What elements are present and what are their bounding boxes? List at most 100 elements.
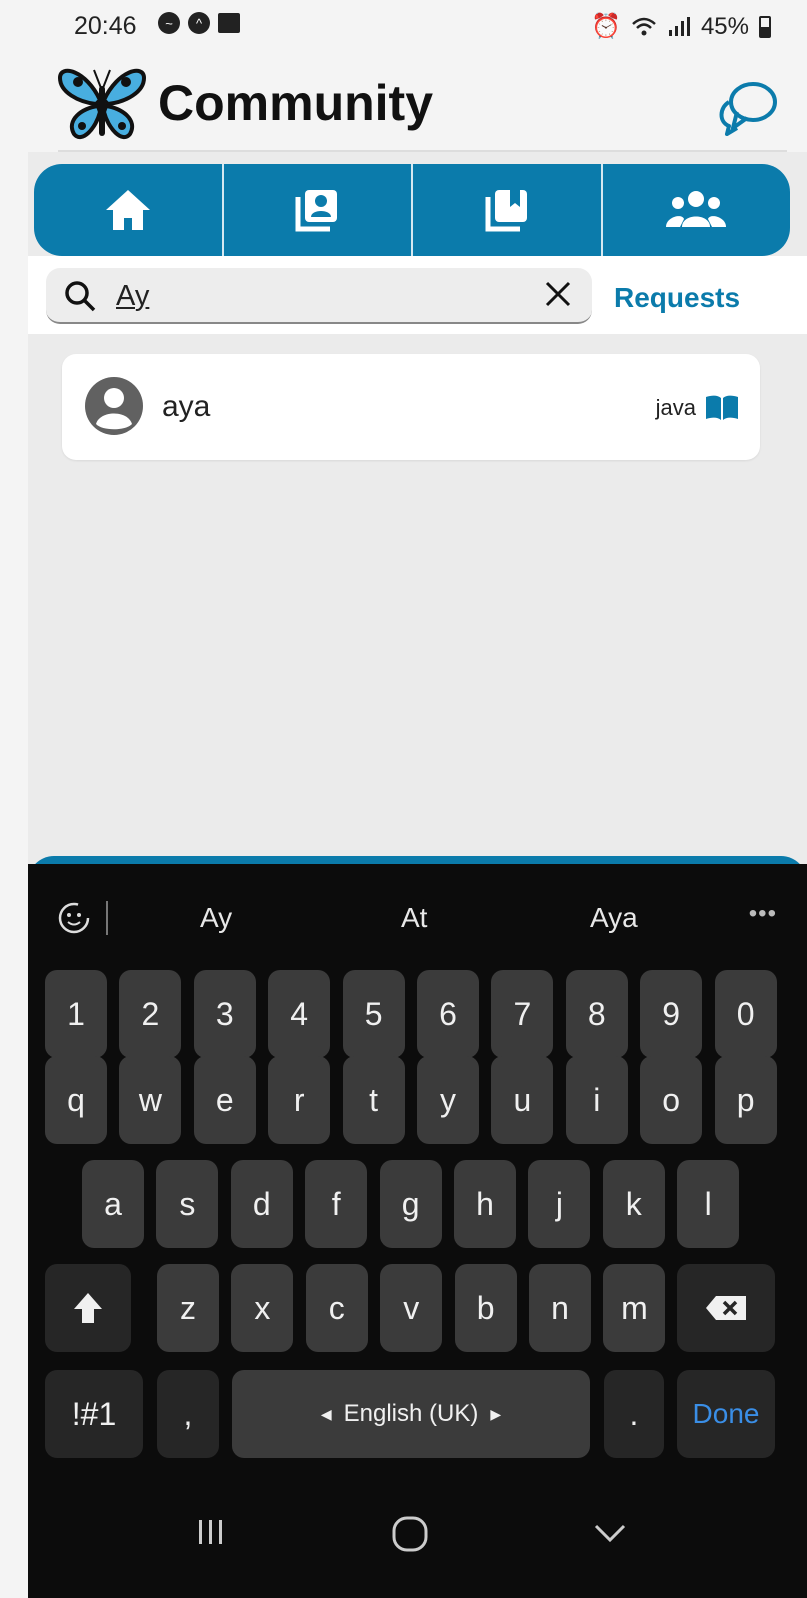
key-n[interactable]: n	[529, 1264, 591, 1352]
key-6-label: 6	[439, 995, 457, 1032]
key-3[interactable]: 3	[193, 970, 256, 1058]
phone-screen: 20:46 ~ ^ ⏰ 45% Community Ay Requests ay…	[28, 0, 807, 1598]
book-icon	[706, 395, 738, 420]
gallery-icon	[218, 13, 240, 33]
key-9[interactable]: 9	[640, 970, 703, 1058]
key-a[interactable]: a	[82, 1160, 144, 1248]
user-name: aya	[162, 390, 211, 423]
requests-button[interactable]: Requests	[614, 282, 740, 314]
space-key[interactable]: ◀ English (UK) ▶	[232, 1370, 590, 1458]
suggestion-bar: Ay At Aya •••	[28, 864, 807, 968]
key-2[interactable]: 2	[119, 970, 182, 1058]
key-0[interactable]: 0	[714, 970, 777, 1058]
signal-icon	[668, 16, 690, 36]
comma-key[interactable]: ,	[157, 1370, 219, 1458]
emoji-refresh-icon[interactable]	[54, 898, 94, 938]
key-j-label: j	[555, 1185, 563, 1222]
key-r-label: r	[293, 1081, 305, 1118]
key-3-label: 3	[215, 995, 234, 1032]
key-t[interactable]: t	[342, 1056, 405, 1144]
key-h[interactable]: h	[454, 1160, 516, 1248]
key-e[interactable]: e	[193, 1056, 256, 1144]
key-l[interactable]: l	[677, 1160, 740, 1248]
key-w[interactable]: w	[119, 1056, 182, 1144]
messenger-icon: ~	[158, 12, 180, 34]
backspace-icon	[706, 1296, 746, 1320]
chat-icon[interactable]	[717, 80, 779, 138]
group-icon	[666, 191, 727, 227]
back-chevron-down-icon[interactable]	[590, 1514, 630, 1554]
key-8-label: 8	[587, 995, 606, 1032]
home-button-icon[interactable]	[390, 1514, 430, 1554]
key-m[interactable]: m	[603, 1264, 666, 1352]
avatar-icon	[85, 377, 143, 435]
more-options-icon[interactable]: •••	[749, 900, 777, 928]
key-o-label: o	[662, 1081, 681, 1118]
key-u[interactable]: u	[491, 1056, 554, 1144]
contact-book-icon	[295, 190, 338, 232]
lang-left-arrow-icon: ◀	[320, 1405, 332, 1422]
app-title: Community	[158, 75, 433, 131]
search-input[interactable]	[116, 278, 516, 314]
key-j[interactable]: j	[528, 1160, 591, 1248]
key-y[interactable]: y	[417, 1056, 479, 1144]
key-q[interactable]: q	[45, 1056, 107, 1144]
key-g[interactable]: g	[379, 1160, 442, 1248]
status-time: 20:46	[74, 12, 137, 40]
key-1[interactable]: 1	[45, 970, 107, 1058]
suggestion-1[interactable]: Ay	[200, 902, 232, 934]
period-key-label: .	[629, 1395, 639, 1432]
done-key[interactable]: Done	[677, 1370, 775, 1458]
period-key[interactable]: .	[604, 1370, 664, 1458]
close-icon[interactable]	[542, 278, 574, 310]
alarm-icon: ⏰	[591, 13, 621, 40]
key-r[interactable]: r	[268, 1056, 331, 1144]
key-i[interactable]: i	[565, 1056, 628, 1144]
key-m-label: m	[621, 1289, 648, 1326]
key-o[interactable]: o	[640, 1056, 703, 1144]
key-p[interactable]: p	[714, 1056, 777, 1144]
home-icon	[105, 190, 150, 230]
recent-apps-icon[interactable]	[193, 1514, 229, 1550]
list-item[interactable]: aya java	[62, 354, 760, 460]
backspace-key[interactable]	[677, 1264, 775, 1352]
key-v[interactable]: v	[380, 1264, 443, 1352]
symbols-key[interactable]: !#1	[45, 1370, 143, 1458]
tab-community[interactable]	[603, 164, 791, 256]
key-7[interactable]: 7	[491, 970, 554, 1058]
key-9-label: 9	[662, 995, 681, 1032]
shift-key[interactable]	[45, 1264, 131, 1352]
key-e-label: e	[215, 1081, 234, 1118]
course-label: java	[655, 395, 696, 420]
key-b[interactable]: b	[454, 1264, 517, 1352]
key-4-label: 4	[290, 995, 309, 1032]
tab-contacts[interactable]	[224, 164, 413, 256]
search-row: Requests	[28, 256, 807, 334]
key-i-label: i	[593, 1081, 601, 1118]
key-z[interactable]: z	[157, 1264, 219, 1352]
tab-bookmarks[interactable]	[413, 164, 603, 256]
search-icon	[65, 281, 96, 312]
key-4[interactable]: 4	[268, 970, 331, 1058]
key-s[interactable]: s	[156, 1160, 219, 1248]
key-t-label: t	[369, 1081, 379, 1118]
key-f[interactable]: f	[305, 1160, 368, 1248]
key-x[interactable]: x	[231, 1264, 294, 1352]
key-6[interactable]: 6	[417, 970, 479, 1058]
key-b-label: b	[476, 1289, 495, 1326]
suggestion-2[interactable]: At	[401, 902, 427, 934]
key-s-label: s	[179, 1185, 196, 1222]
key-d[interactable]: d	[230, 1160, 293, 1248]
key-5-label: 5	[364, 995, 383, 1032]
comma-key-label: ,	[183, 1395, 193, 1432]
key-w-label: w	[138, 1081, 162, 1118]
key-8[interactable]: 8	[565, 970, 628, 1058]
suggestion-3[interactable]: Aya	[590, 902, 638, 934]
key-y-label: y	[440, 1081, 456, 1118]
tab-home[interactable]	[34, 164, 224, 256]
key-c[interactable]: c	[305, 1264, 368, 1352]
tool-separator	[106, 901, 108, 935]
key-k[interactable]: k	[602, 1160, 665, 1248]
key-5[interactable]: 5	[342, 970, 405, 1058]
keyboard-tools	[54, 898, 108, 938]
